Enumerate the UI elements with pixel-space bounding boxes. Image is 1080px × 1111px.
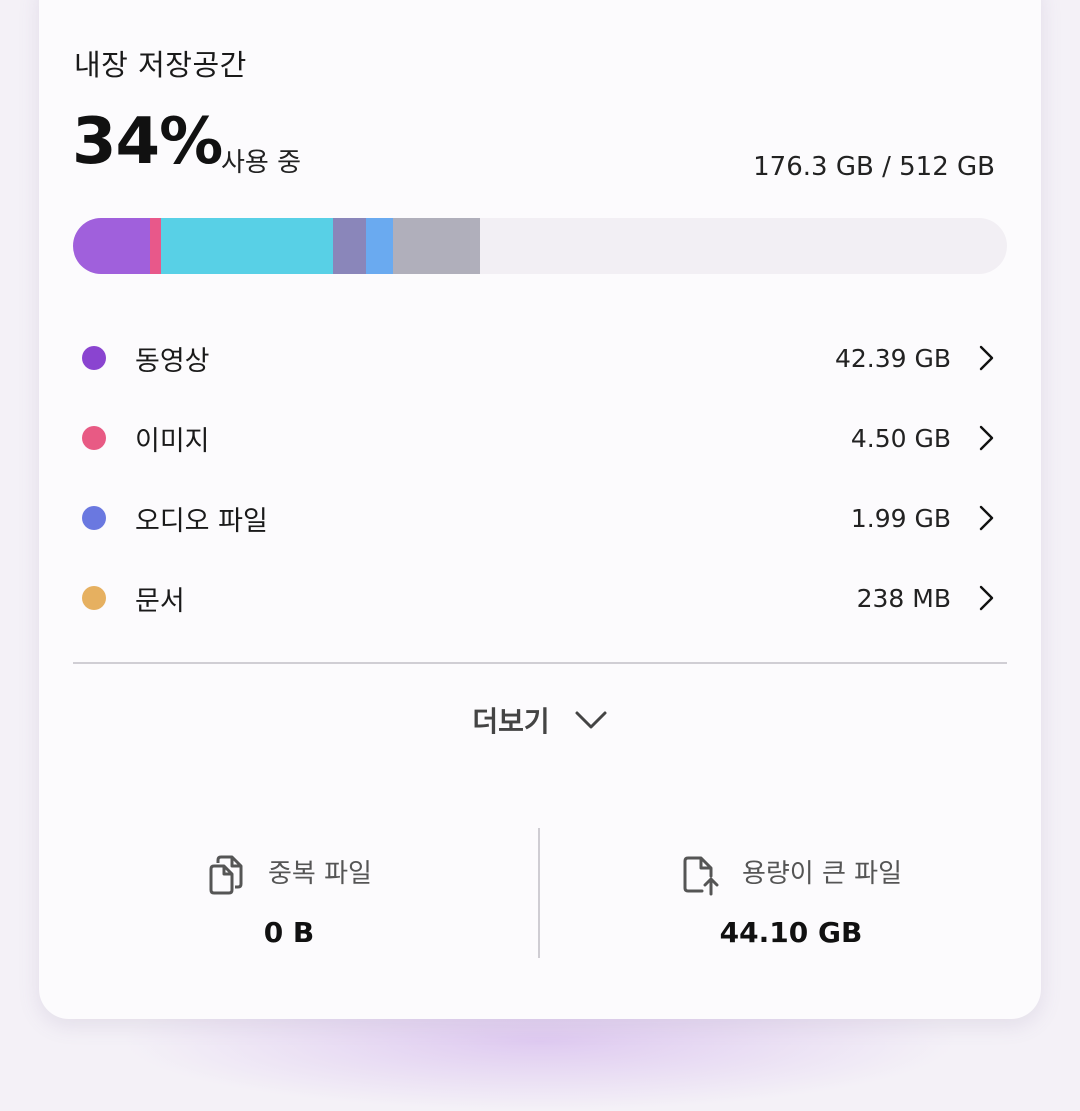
category-dot [82,586,106,610]
file-stats: 중복 파일 0 B 용량이 큰 파일 44.10 GB [39,828,1041,958]
category-dot [82,426,106,450]
category-dot [82,506,106,530]
copy-files-icon [209,855,243,895]
category-list: 동영상 42.39 GB 이미지 4.50 GB 오디오 파일 1.99 GB … [73,318,1007,638]
category-row-audio[interactable]: 오디오 파일 1.99 GB [73,478,1007,558]
usage-bar [73,218,1007,274]
duplicate-files-value: 0 B [263,916,315,949]
usage-bar-segment-6 [393,218,481,274]
large-files-value: 44.10 GB [719,916,863,949]
category-row-image[interactable]: 이미지 4.50 GB [73,398,1007,478]
chevron-down-icon [575,711,607,729]
category-label: 동영상 [135,345,210,377]
category-label: 오디오 파일 [135,505,268,537]
duplicate-files-label: 중복 파일 [268,858,372,889]
capacity-text: 176.3 GB / 512 GB [753,152,995,182]
category-size: 1.99 GB [850,503,951,533]
usage-bar-segment-5 [366,218,394,274]
category-size: 42.39 GB [834,343,951,373]
chevron-right-icon [979,425,994,451]
category-size: 238 MB [856,583,951,613]
large-files-button[interactable]: 용량이 큰 파일 44.10 GB [541,828,1041,958]
category-row-document[interactable]: 문서 238 MB [73,558,1007,638]
duplicate-files-button[interactable]: 중복 파일 0 B [39,828,539,958]
large-files-label: 용량이 큰 파일 [741,858,903,889]
category-label: 문서 [135,585,185,617]
category-size: 4.50 GB [850,423,951,453]
stats-separator [538,828,540,958]
show-more-button[interactable]: 더보기 [39,700,1041,740]
category-dot [82,346,106,370]
usage-bar-segment-3 [160,218,333,274]
show-more-label: 더보기 [472,705,550,738]
chevron-right-icon [979,585,994,611]
usage-bar-segment-2 [149,218,161,274]
usage-bar-segment-4 [332,218,367,274]
chevron-right-icon [979,345,994,371]
divider [73,662,1007,664]
category-row-video[interactable]: 동영상 42.39 GB [73,318,1007,398]
in-use-label: 사용 중 [221,148,302,178]
category-label: 이미지 [135,425,210,457]
storage-card: 내장 저장공간 34% 사용 중 176.3 GB / 512 GB 동영상 4… [39,0,1041,1019]
storage-title: 내장 저장공간 [74,48,247,82]
usage-percent: 34% [72,105,223,179]
file-upload-icon [683,856,719,896]
usage-bar-segment-1 [73,218,150,274]
chevron-right-icon [979,505,994,531]
